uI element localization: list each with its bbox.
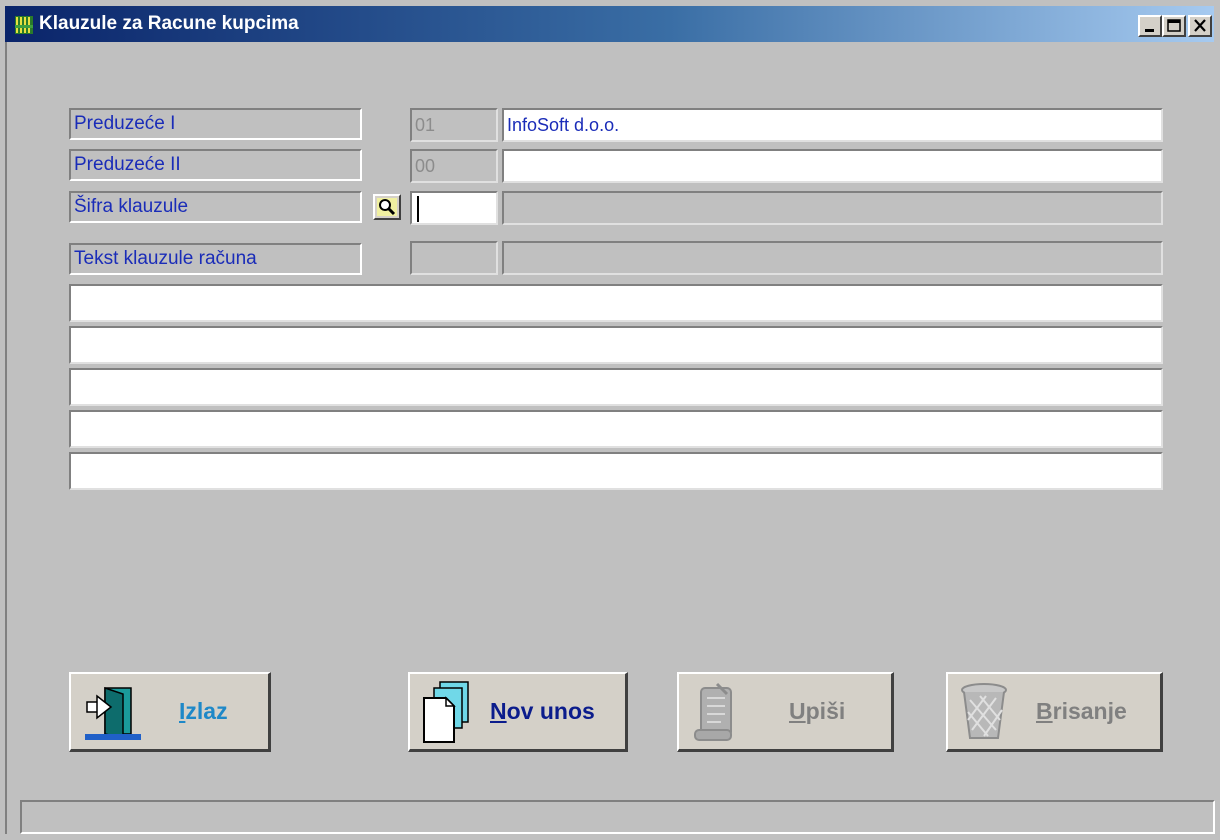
window-title: Klauzule za Racune kupcima	[39, 13, 299, 34]
title-bar[interactable]: Klauzule za Racune kupcima	[5, 6, 1214, 42]
tekst-line-2[interactable]	[69, 326, 1163, 364]
new-document-icon	[423, 681, 469, 743]
magnifier-icon	[377, 198, 397, 216]
brisanje-label: Brisanje	[1036, 698, 1127, 724]
tekst-line-4[interactable]	[69, 410, 1163, 448]
app-icon	[15, 16, 33, 34]
status-bar	[20, 800, 1215, 834]
tekst-line-1[interactable]	[69, 284, 1163, 322]
tekst-klauzule-name-field	[502, 241, 1163, 275]
izlaz-label: Izlaz	[179, 698, 228, 724]
save-scroll-icon	[694, 682, 732, 741]
text-caret	[417, 196, 419, 222]
trash-basket-icon	[961, 683, 1007, 739]
nov-unos-label: Nov unos	[490, 698, 595, 724]
minimize-icon	[1145, 29, 1154, 32]
upisi-label: Upiši	[789, 698, 846, 724]
preduzece-2-name-field	[502, 149, 1163, 183]
close-icon	[1194, 19, 1206, 32]
sifra-klauzule-input[interactable]	[410, 191, 498, 225]
brisanje-button[interactable]: Brisanje	[946, 672, 1163, 752]
label-preduzece-2: Preduzeće II	[69, 149, 362, 181]
label-preduzece-1: Preduzeće I	[69, 108, 362, 140]
window-left-border	[5, 42, 10, 834]
close-button[interactable]	[1188, 15, 1212, 37]
upisi-button[interactable]: Upiši	[677, 672, 894, 752]
izlaz-button[interactable]: Izlaz	[69, 672, 271, 752]
maximize-button[interactable]	[1162, 15, 1186, 37]
sifra-klauzule-name-field	[502, 191, 1163, 225]
label-sifra-klauzule: Šifra klauzule	[69, 191, 362, 223]
tekst-line-5[interactable]	[69, 452, 1163, 490]
maximize-icon	[1167, 19, 1181, 32]
tekst-klauzule-code-field	[410, 241, 498, 275]
preduzece-1-code-field: 01	[410, 108, 498, 142]
exit-door-icon	[85, 686, 141, 740]
search-button[interactable]	[373, 194, 401, 220]
minimize-button[interactable]	[1138, 15, 1162, 37]
preduzece-1-name-field: InfoSoft d.o.o.	[502, 108, 1163, 142]
tekst-line-3[interactable]	[69, 368, 1163, 406]
window: Klauzule za Racune kupcima Preduzeće I 0…	[0, 0, 1220, 840]
label-tekst-klauzule: Tekst klauzule računa	[69, 243, 362, 275]
nov-unos-button[interactable]: Nov unos	[408, 672, 628, 752]
preduzece-2-code-field: 00	[410, 149, 498, 183]
